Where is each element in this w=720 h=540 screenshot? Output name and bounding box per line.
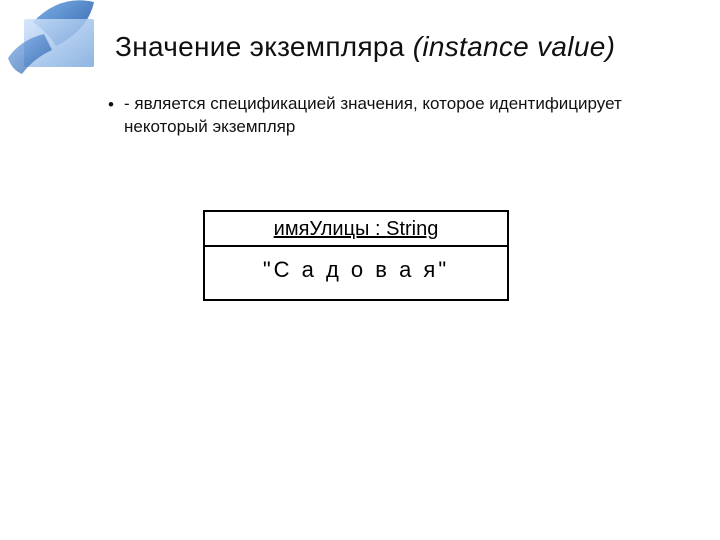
- slide-title: Значение экземпляра (instance value): [115, 30, 705, 64]
- instance-name: имяУлицы: [274, 218, 370, 240]
- list-item: • - является спецификацией значения, кот…: [108, 93, 693, 139]
- title-roman: Значение экземпляра: [115, 31, 413, 62]
- instance-type: String: [386, 218, 438, 240]
- corner-decoration: [0, 0, 105, 85]
- type-separator: :: [369, 218, 386, 240]
- bullet-marker: •: [108, 93, 124, 139]
- title-italic: (instance value): [413, 31, 615, 62]
- bullet-list: • - является спецификацией значения, кот…: [108, 93, 693, 139]
- instance-value-diagram: имяУлицы : String "С а д о в а я": [203, 210, 509, 301]
- instance-value: "С а д о в а я": [205, 247, 507, 299]
- diagram-header: имяУлицы : String: [205, 212, 507, 247]
- bullet-text: - является спецификацией значения, котор…: [124, 93, 693, 139]
